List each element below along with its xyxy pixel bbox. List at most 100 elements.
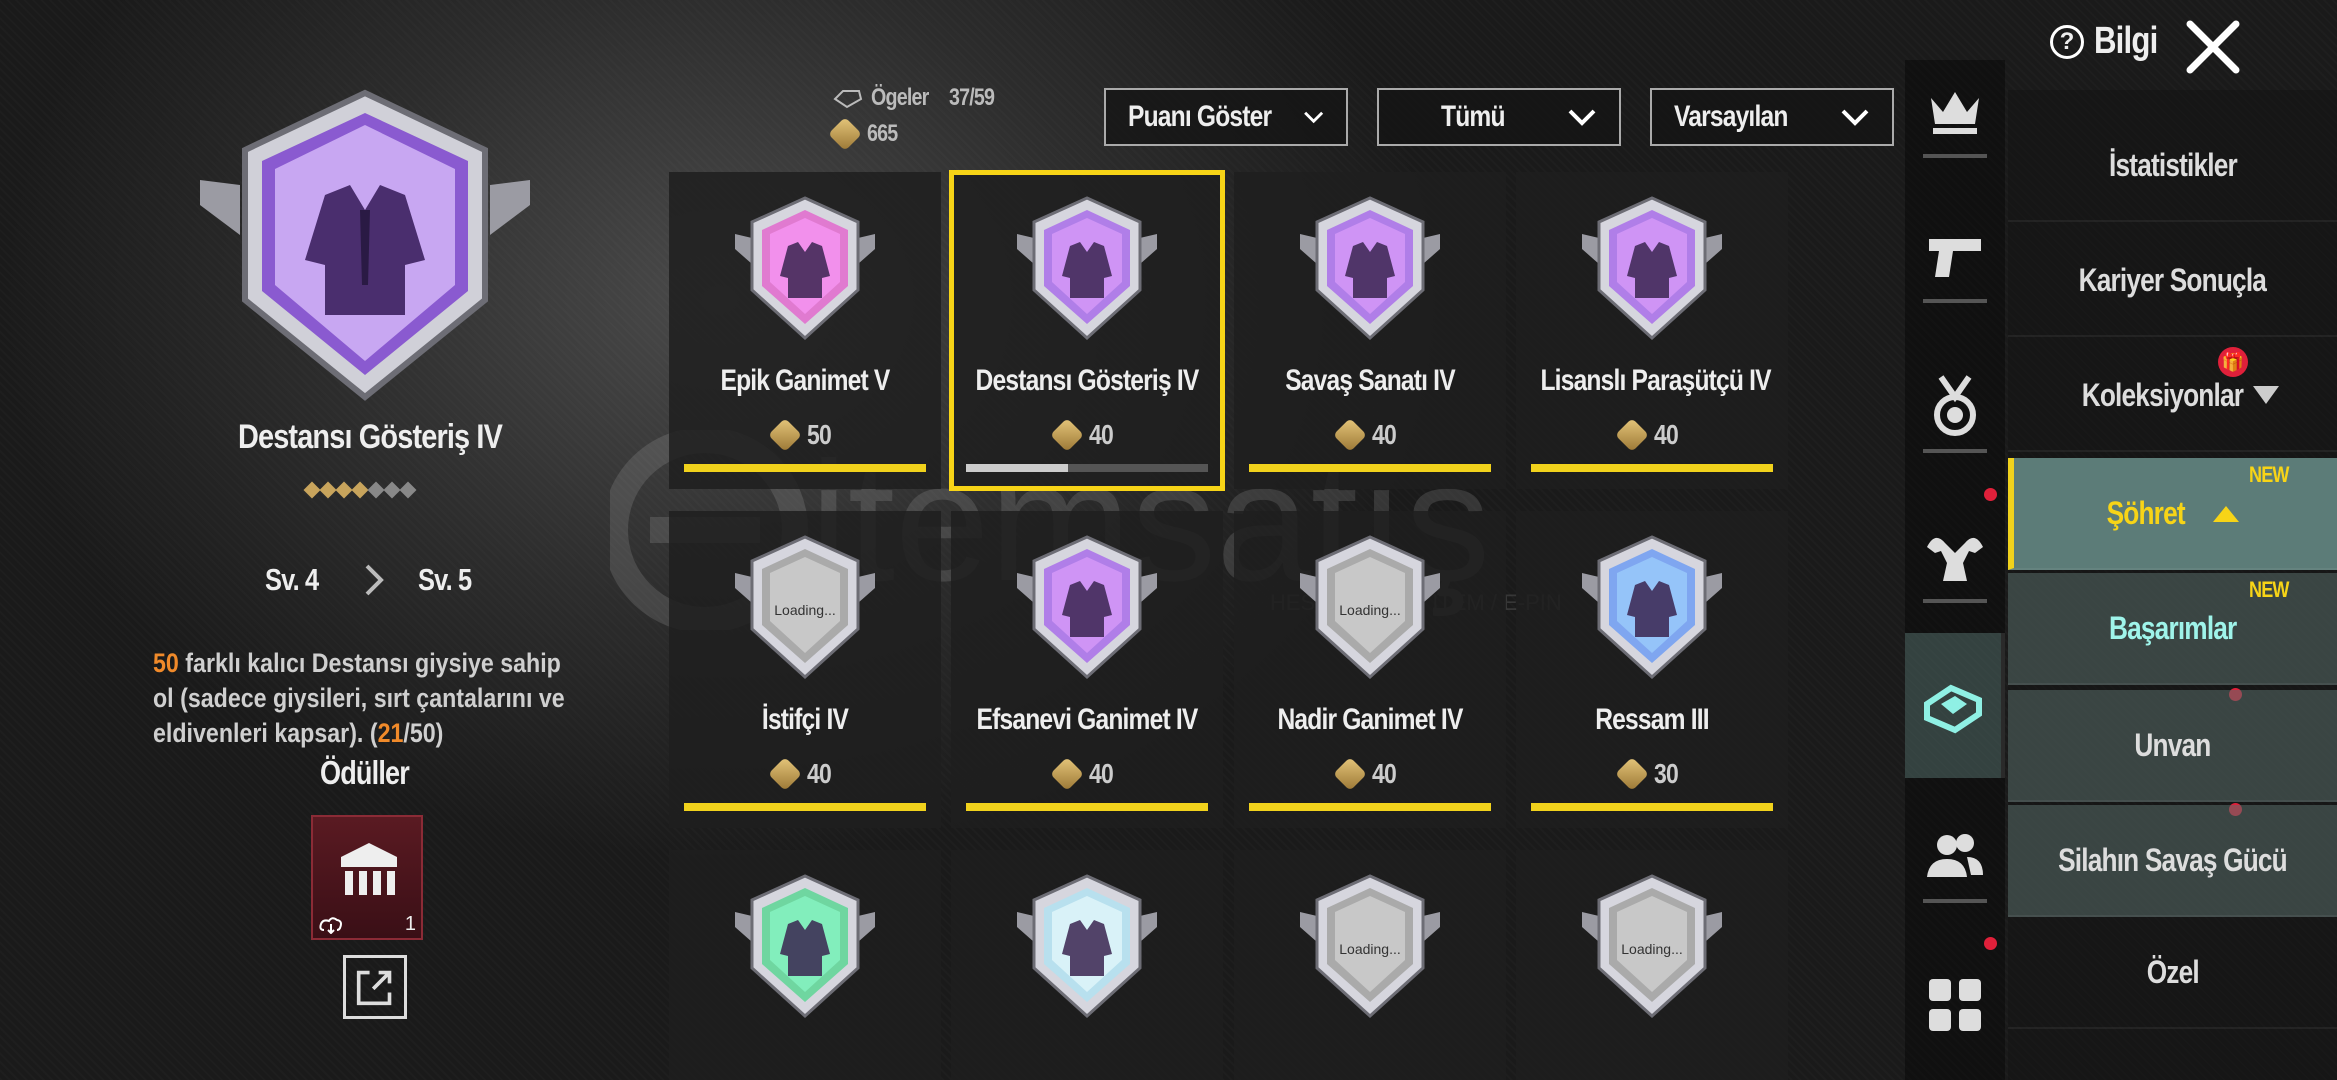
- close-icon[interactable]: [2180, 14, 2246, 80]
- points-coin-icon: [1050, 757, 1085, 791]
- muscle-icon: [1927, 537, 1983, 581]
- loading-text: Loading...: [1339, 941, 1401, 957]
- triangle-down-icon: [2252, 386, 2279, 404]
- triangle-up-icon: [2213, 506, 2239, 522]
- achievement-card[interactable]: Destansı Gösteriş IV 40: [949, 170, 1225, 491]
- notification-dot: [1984, 488, 1997, 501]
- achievement-name: Nadir Ganimet IV: [1277, 703, 1463, 736]
- weapon-tab[interactable]: [1905, 205, 2005, 305]
- achievement-progress-fill: [966, 803, 1208, 811]
- medal-tab[interactable]: [1905, 355, 2005, 455]
- achievement-progress-fill: [966, 464, 1068, 472]
- items-stat: Ögeler 37/59: [833, 84, 1004, 112]
- achievement-card[interactable]: Ressam III 30: [1516, 511, 1788, 828]
- rewards-title: Ödüller: [320, 754, 410, 791]
- loading-text: Loading...: [774, 602, 836, 618]
- muscle-tab[interactable]: [1905, 505, 2005, 605]
- menu-item-collections[interactable]: Koleksiyonlar: [2008, 340, 2337, 452]
- achievement-name: Savaş Sanatı IV: [1285, 364, 1455, 397]
- achievement-points: 40: [669, 757, 941, 791]
- new-badge: NEW: [2248, 462, 2289, 487]
- reward-count: 1: [404, 913, 416, 935]
- reward-frame-icon: [341, 843, 397, 895]
- achievement-badge-icon: Loading...: [1582, 874, 1722, 1019]
- category-dropdown-label: Tümü: [1441, 100, 1505, 133]
- items-label: Ögeler: [871, 84, 929, 111]
- points-coin-icon: [1615, 757, 1650, 791]
- achievement-description: 50 farklı kalıcı Destansı giysiye sahip …: [153, 648, 565, 748]
- achievement-progress-bar: [1531, 803, 1773, 811]
- achievement-name: Epik Ganimet V: [720, 364, 891, 397]
- achievement-progress-fill: [684, 803, 926, 811]
- achievement-points: 40: [1516, 418, 1788, 452]
- points-coin-icon: [1050, 418, 1085, 452]
- info-label: Bilgi: [2094, 20, 2158, 62]
- level-to: Sv. 5: [418, 562, 472, 597]
- achievement-name: Destansı Gösteriş IV: [975, 364, 1200, 397]
- clothing-icon: [1924, 684, 1982, 733]
- points-value: 665: [867, 120, 898, 147]
- achievement-card[interactable]: Efsanevi Ganimet IV 40: [951, 511, 1223, 828]
- menu-item-statistics[interactable]: İstatistikler: [2008, 110, 2337, 222]
- items-icon: [833, 90, 863, 109]
- achievement-points: 40: [951, 418, 1223, 452]
- points-coin-icon: [768, 418, 803, 452]
- menu-item-title[interactable]: Unvan: [2008, 690, 2337, 802]
- chevron-right-icon: [365, 564, 384, 596]
- selected-title: Destansı Gösteriş IV: [237, 418, 503, 456]
- menu-item-weapon-power[interactable]: Silahın Savaş Gücü: [2008, 805, 2337, 917]
- share-icon[interactable]: [343, 955, 407, 1019]
- friends-tab[interactable]: [1905, 805, 2005, 905]
- achievement-card[interactable]: Loading... Nadir Ganimet IV 40: [1234, 511, 1506, 828]
- achievement-badge-icon: [1582, 535, 1722, 680]
- achievement-progress-fill: [1531, 464, 1773, 472]
- achievement-badge-icon: [1300, 196, 1440, 341]
- achievement-badge-icon: [1582, 196, 1722, 341]
- tier-diamonds: [303, 481, 417, 499]
- achievement-card[interactable]: Loading...: [1234, 850, 1506, 1080]
- collection-tab[interactable]: [1905, 633, 2005, 778]
- sort-dropdown[interactable]: Varsayılan: [1650, 88, 1894, 146]
- grid-icon: [1929, 979, 1981, 1031]
- achievement-card[interactable]: Lisanslı Paraşütçü IV 40: [1516, 172, 1788, 489]
- menu-item-fame[interactable]: Şöhret NEW: [2008, 458, 2337, 570]
- achievement-progress-fill: [1249, 803, 1491, 811]
- sort-dropdown-label: Varsayılan: [1674, 100, 1788, 133]
- achievement-badge-icon: Loading...: [735, 535, 875, 680]
- achievement-name: Lisanslı Paraşütçü IV: [1540, 364, 1771, 397]
- achievement-progress-fill: [1249, 464, 1491, 472]
- pistol-icon: [1929, 239, 1981, 277]
- achievement-card[interactable]: [951, 850, 1223, 1080]
- achievement-points: 40: [1234, 418, 1506, 452]
- achievement-card[interactable]: [669, 850, 941, 1080]
- menu-item-achievements[interactable]: Başarımlar NEW: [2008, 573, 2337, 685]
- category-dropdown[interactable]: Tümü: [1377, 88, 1621, 146]
- achievement-card[interactable]: Loading... İstifçi IV 40: [669, 511, 941, 828]
- selected-badge-icon: [200, 89, 530, 401]
- achievement-progress-bar: [684, 803, 926, 811]
- info-button[interactable]: ? Bilgi: [2050, 20, 2171, 63]
- achievement-progress-fill: [1531, 803, 1773, 811]
- menu-item-career[interactable]: Kariyer Sonuçla: [2008, 225, 2337, 337]
- achievement-progress-bar: [1249, 803, 1491, 811]
- level-progress: Sv. 4 Sv. 5: [265, 562, 483, 598]
- menu-item-special[interactable]: Özel: [2008, 917, 2337, 1029]
- achievement-points: 50: [669, 418, 941, 452]
- achievement-badge-icon: [1017, 874, 1157, 1019]
- achievement-badge-icon: Loading...: [1300, 874, 1440, 1019]
- achievement-points: 40: [951, 757, 1223, 791]
- crown-icon: [1931, 92, 1979, 134]
- achievement-card[interactable]: Epik Ganimet V 50: [669, 172, 941, 489]
- reward-item[interactable]: 1: [311, 815, 423, 940]
- achievement-progress-bar: [1531, 464, 1773, 472]
- chevron-down-icon: [1568, 109, 1596, 126]
- achievement-progress-bar: [684, 464, 926, 472]
- achievement-badge-icon: Loading...: [1300, 535, 1440, 680]
- score-dropdown[interactable]: Puanı Göster: [1104, 88, 1348, 146]
- people-icon: [1927, 834, 1983, 877]
- crown-tab[interactable]: [1905, 60, 2005, 160]
- more-tab[interactable]: [1905, 955, 2005, 1055]
- achievement-card[interactable]: Savaş Sanatı IV 40: [1234, 172, 1506, 489]
- points-coin-icon: [828, 117, 862, 151]
- achievement-card[interactable]: Loading...: [1516, 850, 1788, 1080]
